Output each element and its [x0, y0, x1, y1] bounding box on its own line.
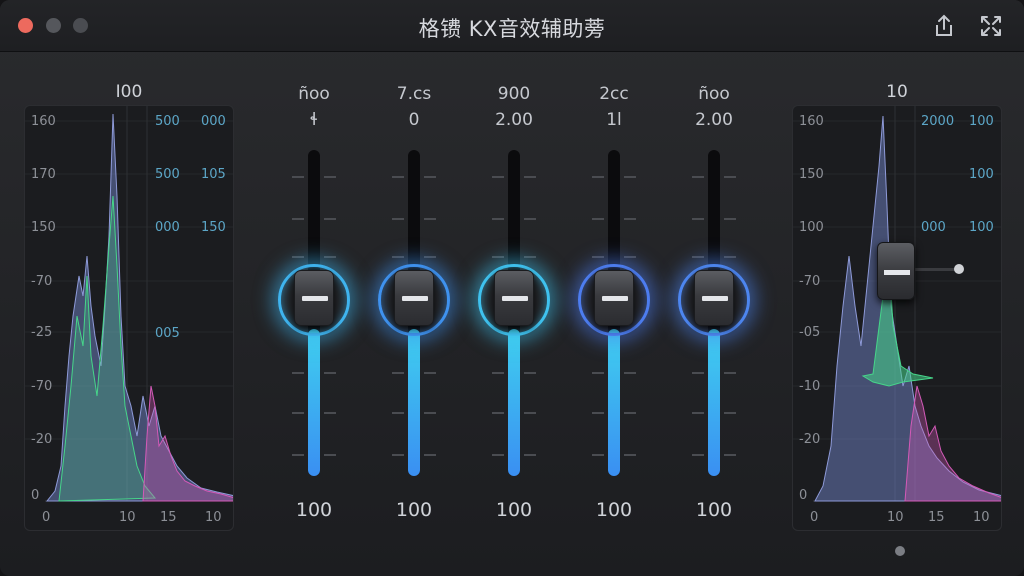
- y-axis-label: 0: [31, 488, 40, 503]
- threshold-knob[interactable]: [877, 242, 915, 300]
- x-axis-label: 10: [205, 510, 222, 525]
- fader-value: 2.00: [495, 110, 533, 130]
- x-axis-label: 10: [887, 510, 904, 525]
- fader-knob[interactable]: [394, 270, 434, 326]
- channel-label: 005: [155, 326, 180, 341]
- x-axis-label: 0: [42, 510, 51, 525]
- fader-level-fill: [308, 329, 320, 476]
- fader-4: 2cc 1l 100: [564, 82, 664, 532]
- window-title: 格镄 KX音效辅助蒡: [418, 17, 606, 41]
- fader-name: ñoo: [698, 84, 730, 104]
- channel-label: 100: [969, 220, 994, 235]
- fader-name: 2cc: [599, 84, 629, 104]
- y-axis-label: 160: [799, 114, 824, 129]
- app-window: 格镄 KX音效辅助蒡 I00 160 170 150 -70 -25 -70 -…: [0, 0, 1024, 576]
- fader-bottom-value: 100: [395, 499, 433, 521]
- fader-bottom-value: 100: [695, 499, 733, 521]
- y-axis-label: 150: [31, 220, 56, 235]
- y-axis-label: -70: [31, 379, 53, 394]
- y-axis-label: 170: [31, 167, 56, 182]
- fader-value: 1l: [606, 110, 622, 130]
- fader-knob[interactable]: [594, 270, 634, 326]
- fader-value: ɬ: [309, 110, 319, 130]
- fader-5: ñoo 2.00 100: [664, 82, 764, 532]
- right-panel-title: 10: [886, 82, 908, 102]
- y-axis-label: 100: [799, 220, 824, 235]
- fader-name: 900: [497, 84, 531, 104]
- y-axis-label: -70: [31, 274, 53, 289]
- channel-label: 105: [201, 167, 226, 182]
- fader-2: 7.cs 0 100: [364, 82, 464, 532]
- channel-label: 500: [155, 167, 180, 182]
- x-axis-label: 15: [160, 510, 177, 525]
- fader-3: 900 2.00 100: [464, 82, 564, 532]
- y-axis-label: -70: [799, 274, 821, 289]
- left-panel-title: I00: [115, 82, 143, 102]
- channel-label: 000: [921, 220, 946, 235]
- fader-name: 7.cs: [396, 84, 432, 104]
- x-axis-label: 0: [810, 510, 819, 525]
- fader-level-fill: [508, 329, 520, 476]
- x-axis-label: 10: [119, 510, 136, 525]
- fader-level-fill: [708, 329, 720, 476]
- channel-label: 500: [155, 114, 180, 129]
- fader-value: 2.00: [695, 110, 733, 130]
- y-axis-label: 150: [799, 167, 824, 182]
- y-axis-label: -25: [31, 325, 53, 340]
- fader-level-fill: [608, 329, 620, 476]
- channel-label: 000: [155, 220, 180, 235]
- share-icon[interactable]: [931, 13, 957, 39]
- fader-bottom-value: 100: [295, 499, 333, 521]
- fader-knob[interactable]: [294, 270, 334, 326]
- y-axis-label: -20: [31, 432, 53, 447]
- fader-name: ñoo: [298, 84, 330, 104]
- fader-bottom-value: 100: [495, 499, 533, 521]
- threshold-handle-dot[interactable]: [954, 264, 964, 274]
- channel-label: 100: [969, 114, 994, 129]
- right-histogram-panel: 160 150 100 -70 -05 -10 -20 0 2000 100 1…: [792, 105, 1002, 531]
- channel-label: 2000: [921, 114, 955, 129]
- left-histogram-panel: 160 170 150 -70 -25 -70 -20 0 500 000 50…: [24, 105, 234, 531]
- threshold-rail: [915, 268, 957, 271]
- fader-level-fill: [408, 329, 420, 476]
- y-axis-label: -10: [799, 379, 821, 394]
- channel-label: 100: [969, 167, 994, 182]
- y-axis-label: 160: [31, 114, 56, 129]
- page-indicator-dot[interactable]: [895, 546, 905, 556]
- y-axis-label: -05: [799, 325, 821, 340]
- y-axis-label: -20: [799, 432, 821, 447]
- x-axis-label: 15: [928, 510, 945, 525]
- fader-1: ñoo ɬ 100: [264, 82, 364, 532]
- fader-value: 0: [408, 110, 420, 130]
- x-axis-label: 10: [973, 510, 990, 525]
- channel-label: 000: [201, 114, 226, 129]
- expand-icon[interactable]: [978, 13, 1004, 39]
- fader-knob[interactable]: [694, 270, 734, 326]
- y-axis-label: 0: [799, 488, 808, 503]
- title-bar: 格镄 KX音效辅助蒡: [0, 0, 1024, 52]
- fader-knob[interactable]: [494, 270, 534, 326]
- fader-bottom-value: 100: [595, 499, 633, 521]
- channel-label: 150: [201, 220, 226, 235]
